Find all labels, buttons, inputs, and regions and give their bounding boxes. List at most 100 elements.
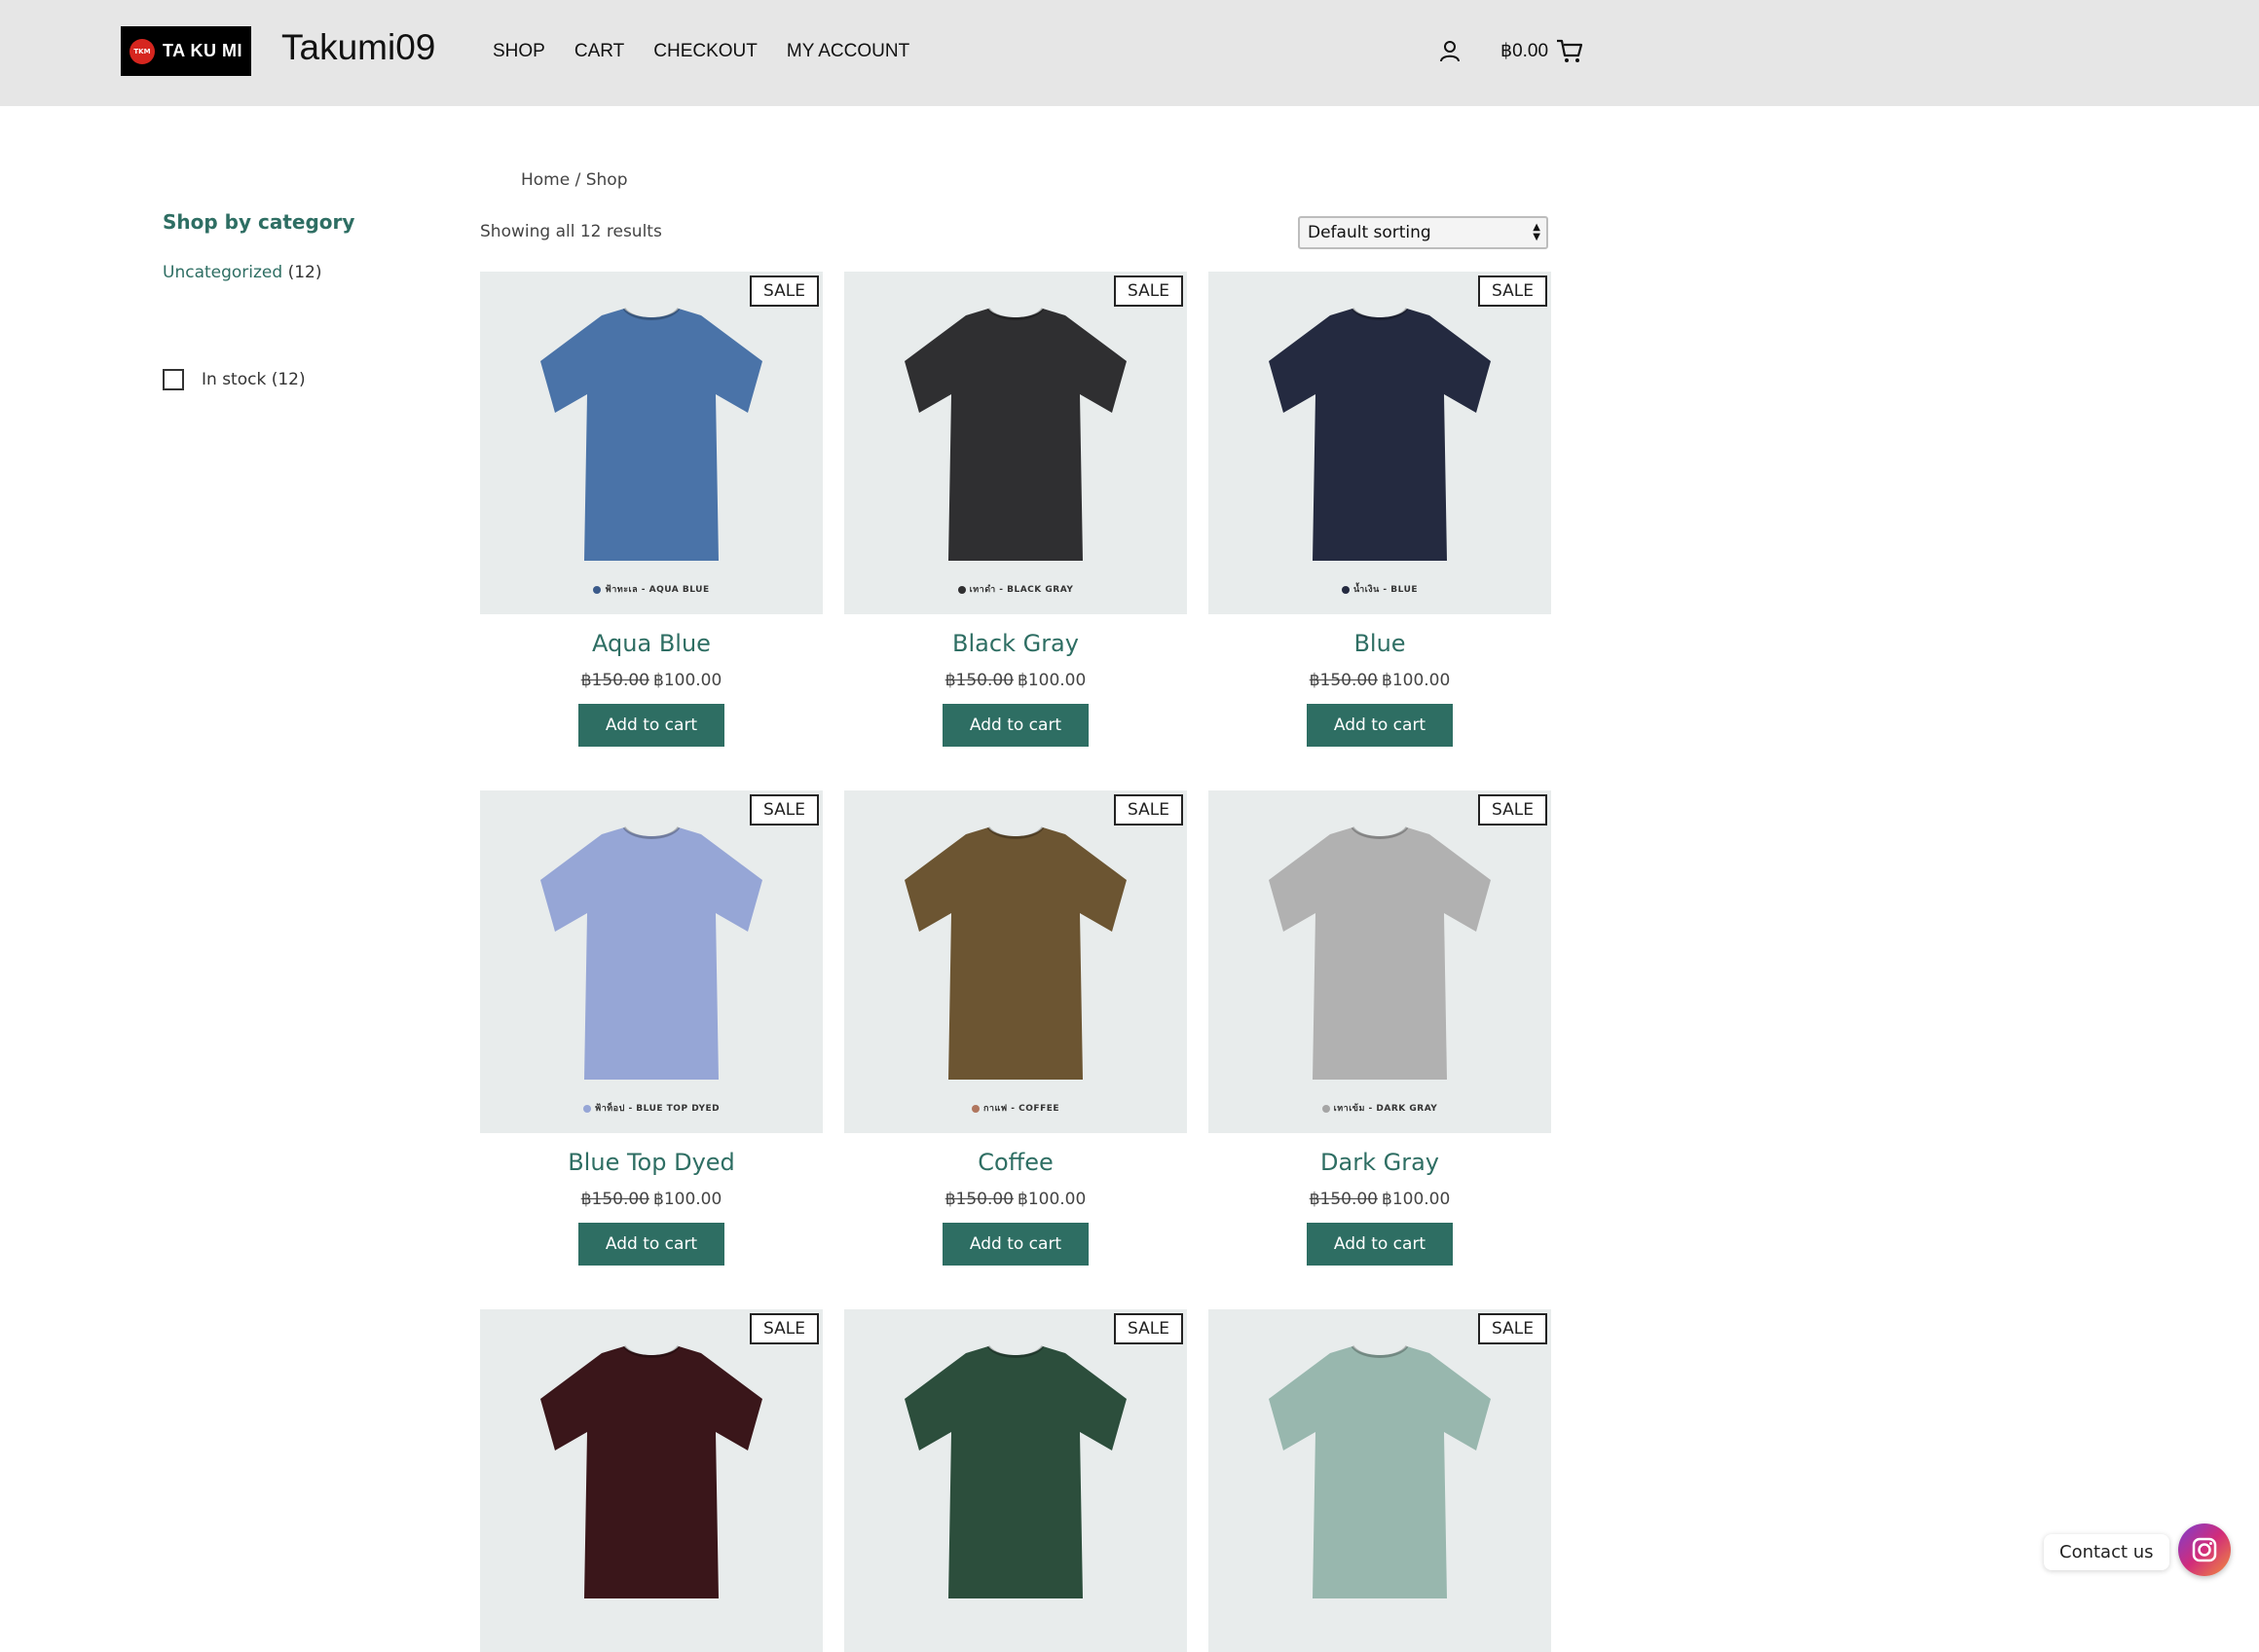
add-to-cart-button[interactable]: Add to cart (578, 704, 724, 747)
old-price: ฿150.00 (944, 1190, 1014, 1209)
in-stock-checkbox[interactable] (163, 369, 184, 390)
caption-text: น้ำเงิน - BLUE (1352, 585, 1419, 595)
product-image[interactable]: SALE เทาดำ - BLACK GRAY (844, 272, 1187, 614)
sort-select[interactable]: Default sorting ▲ ▼ (1298, 216, 1548, 249)
result-count: Showing all 12 results (480, 222, 662, 241)
image-caption: เทาดำ - BLACK GRAY (844, 582, 1187, 596)
old-price: ฿150.00 (1309, 1190, 1378, 1209)
tshirt-icon (905, 826, 1127, 1080)
caption-text: ฟ้าทะเล - AQUA BLUE (605, 585, 710, 595)
cart-total[interactable]: ฿0.00 (1500, 40, 1548, 62)
old-price: ฿150.00 (580, 671, 649, 690)
site-logo[interactable]: TKM TA KU MI (121, 26, 251, 76)
product-card: SALE เทาดำ - BLACK GRAY Black Gray ฿150.… (844, 272, 1187, 747)
tshirt-icon (1269, 1344, 1491, 1598)
product-card: SALE ฟ้าทะเล - AQUA BLUE Aqua Blue ฿150.… (480, 272, 823, 747)
sale-price: ฿100.00 (1382, 1190, 1451, 1209)
stock-filter: In stock (12) (163, 369, 306, 390)
product-card: SALE เทาเข้ม - DARK GRAY Dark Gray ฿150.… (1208, 790, 1551, 1266)
product-price: ฿150.00 ฿100.00 (844, 671, 1187, 690)
product-name[interactable]: Coffee (844, 1149, 1187, 1176)
sort-arrows-icon: ▲ ▼ (1533, 222, 1540, 242)
product-image[interactable]: SALE น้ำเงิน - BLUE (1208, 272, 1551, 614)
product-card: SALE ฟ้าท็อป - BLUE TOP DYED Blue Top Dy… (480, 790, 823, 1266)
sale-price: ฿100.00 (1018, 1190, 1087, 1209)
product-card: SALE (844, 1309, 1187, 1652)
product-name[interactable]: Black Gray (844, 630, 1187, 657)
tshirt-icon (540, 307, 762, 561)
image-caption: เทาเข้ม - DARK GRAY (1208, 1101, 1551, 1115)
caption-text: กาแฟ - COFFEE (982, 1104, 1060, 1114)
contact-us-label[interactable]: Contact us (2044, 1534, 2169, 1570)
image-caption: น้ำเงิน - BLUE (1208, 582, 1551, 596)
tshirt-icon (1269, 307, 1491, 561)
old-price: ฿150.00 (1309, 671, 1378, 690)
nav-cart[interactable]: CART (574, 41, 624, 62)
product-image[interactable]: SALE (1208, 1309, 1551, 1652)
tshirt-icon (1269, 826, 1491, 1080)
color-dot-icon (593, 585, 602, 594)
add-to-cart-button[interactable]: Add to cart (578, 1223, 724, 1266)
breadcrumb: Home / Shop (521, 170, 628, 190)
user-icon[interactable] (1439, 40, 1461, 63)
tshirt-icon (905, 307, 1127, 561)
sale-price: ฿100.00 (653, 1190, 722, 1209)
image-caption: กาแฟ - COFFEE (844, 1101, 1187, 1115)
caption-text: เทาเข้ม - DARK GRAY (1333, 1104, 1438, 1114)
sale-price: ฿100.00 (1018, 671, 1087, 690)
add-to-cart-button[interactable]: Add to cart (1307, 704, 1453, 747)
product-name[interactable]: Dark Gray (1208, 1149, 1551, 1176)
product-price: ฿150.00 ฿100.00 (480, 1190, 823, 1209)
sort-selected-value: Default sorting (1308, 223, 1431, 242)
tshirt-icon (540, 826, 762, 1080)
color-dot-icon (971, 1104, 980, 1113)
product-image[interactable]: SALE เทาเข้ม - DARK GRAY (1208, 790, 1551, 1133)
site-header: TKM TA KU MI Takumi09 SHOP CART CHECKOUT… (0, 0, 2259, 106)
sidebar-category-item: Uncategorized (12) (163, 263, 322, 282)
add-to-cart-button[interactable]: Add to cart (1307, 1223, 1453, 1266)
sale-price: ฿100.00 (653, 671, 722, 690)
logo-mark: TKM (130, 38, 155, 64)
image-caption: ฟ้าท็อป - BLUE TOP DYED (480, 1101, 823, 1115)
product-image[interactable]: SALE กาแฟ - COFFEE (844, 790, 1187, 1133)
main-nav: SHOP CART CHECKOUT MY ACCOUNT (493, 41, 909, 62)
category-link[interactable]: Uncategorized (163, 263, 282, 282)
color-dot-icon (1321, 1104, 1330, 1113)
instagram-icon (2192, 1537, 2217, 1562)
old-price: ฿150.00 (580, 1190, 649, 1209)
site-title[interactable]: Takumi09 (281, 27, 435, 68)
product-card: SALE น้ำเงิน - BLUE Blue ฿150.00 ฿100.00 … (1208, 272, 1551, 747)
product-price: ฿150.00 ฿100.00 (1208, 1190, 1551, 1209)
product-card: SALE (1208, 1309, 1551, 1652)
product-name[interactable]: Blue (1208, 630, 1551, 657)
product-card: SALE กาแฟ - COFFEE Coffee ฿150.00 ฿100.00… (844, 790, 1187, 1266)
color-dot-icon (1341, 585, 1350, 594)
product-name[interactable]: Blue Top Dyed (480, 1149, 823, 1176)
nav-my-account[interactable]: MY ACCOUNT (787, 41, 909, 62)
caption-text: เทาดำ - BLACK GRAY (969, 585, 1074, 595)
color-dot-icon (957, 585, 966, 594)
product-image[interactable]: SALE (480, 1309, 823, 1652)
nav-shop[interactable]: SHOP (493, 41, 545, 62)
in-stock-label[interactable]: In stock (12) (202, 370, 306, 389)
product-image[interactable]: SALE ฟ้าท็อป - BLUE TOP DYED (480, 790, 823, 1133)
image-caption: ฟ้าทะเล - AQUA BLUE (480, 582, 823, 596)
product-price: ฿150.00 ฿100.00 (480, 671, 823, 690)
add-to-cart-button[interactable]: Add to cart (943, 704, 1089, 747)
product-price: ฿150.00 ฿100.00 (844, 1190, 1187, 1209)
category-count: (12) (287, 263, 322, 282)
tshirt-icon (540, 1344, 762, 1598)
product-price: ฿150.00 ฿100.00 (1208, 671, 1551, 690)
product-name[interactable]: Aqua Blue (480, 630, 823, 657)
instagram-button[interactable] (2178, 1524, 2231, 1576)
color-dot-icon (582, 1104, 591, 1113)
product-image[interactable]: SALE (844, 1309, 1187, 1652)
nav-checkout[interactable]: CHECKOUT (653, 41, 758, 62)
add-to-cart-button[interactable]: Add to cart (943, 1223, 1089, 1266)
product-card: SALE (480, 1309, 823, 1652)
product-image[interactable]: SALE ฟ้าทะเล - AQUA BLUE (480, 272, 823, 614)
tshirt-icon (905, 1344, 1127, 1598)
cart-icon[interactable] (1556, 39, 1583, 64)
logo-text: TA KU MI (163, 41, 242, 60)
sale-price: ฿100.00 (1382, 671, 1451, 690)
